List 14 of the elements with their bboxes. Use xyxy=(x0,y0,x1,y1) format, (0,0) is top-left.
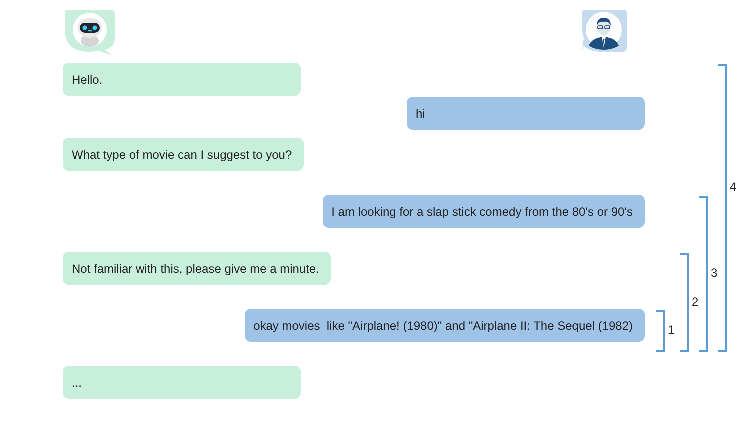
message-bubble: What type of movie can I suggest to you? xyxy=(63,138,304,171)
bracket-line xyxy=(656,310,665,352)
message-bubble: I am looking for a slap stick comedy from the 80's or 90's xyxy=(322,195,645,228)
bracket-label: 2 xyxy=(692,294,699,308)
message-bubble: hi xyxy=(407,97,645,130)
bracket-label: 3 xyxy=(711,266,718,280)
message-bubble: ... xyxy=(63,366,301,399)
robot-avatar-icon xyxy=(63,8,115,56)
man-avatar-icon xyxy=(580,8,628,54)
message-bubble: Hello. xyxy=(63,63,301,96)
bracket-label: 4 xyxy=(730,180,737,194)
message-bubble: okay movies like "Airplane! (1980)" and "Airplane II: The Sequel (1982) xyxy=(244,309,645,342)
message-bubble: Not familiar with this, please give me a minute. xyxy=(63,252,332,285)
bracket-label: 1 xyxy=(668,323,675,337)
